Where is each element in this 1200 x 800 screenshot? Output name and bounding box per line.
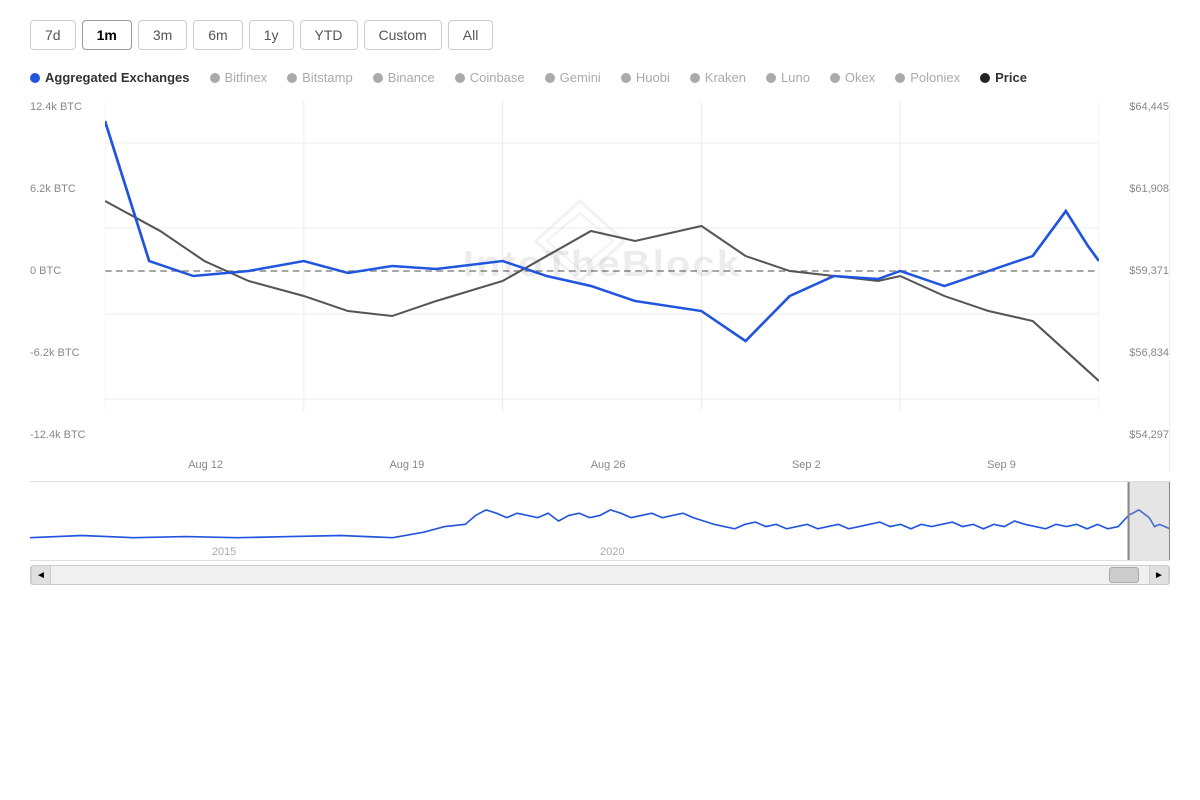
x-axis: Aug 12 Aug 19 Aug 26 Sep 2 Sep 9 [105, 455, 1099, 471]
legend-item-huobi[interactable]: Huobi [621, 70, 670, 85]
x-axis-label: Aug 26 [591, 459, 626, 471]
legend-dot-binance [373, 73, 383, 83]
legend-dot-aggregated [30, 73, 40, 83]
legend-item-luno[interactable]: Luno [766, 70, 810, 85]
y-axis-right: $64,445 $61,908 $59,371 $56,834 $54,297 [1099, 101, 1169, 441]
y-right-label: $59,371 [1129, 265, 1169, 277]
y-left-label: 12.4k BTC [30, 101, 105, 113]
page-container: 7d1m3m6m1yYTDCustomAll Aggregated Exchan… [0, 0, 1200, 800]
x-axis-label: Aug 12 [188, 459, 223, 471]
legend-dot-bitstamp [287, 73, 297, 83]
scroll-right-button[interactable]: ► [1149, 565, 1169, 585]
mini-chart-inner: 2015 2020 [30, 482, 1170, 560]
legend-label-aggregated: Aggregated Exchanges [45, 70, 190, 85]
mini-x-label-2015: 2015 [212, 546, 236, 558]
legend-dot-okex [830, 73, 840, 83]
legend-item-price[interactable]: Price [980, 70, 1027, 85]
legend-item-binance[interactable]: Binance [373, 70, 435, 85]
legend-item-poloniex[interactable]: Poloniex [895, 70, 960, 85]
y-left-label: -6.2k BTC [30, 347, 105, 359]
y-right-label: $54,297 [1129, 429, 1169, 441]
y-right-label: $64,445 [1129, 101, 1169, 113]
chart-svg-container: IntoTheBlock [105, 101, 1099, 441]
main-chart-svg: IntoTheBlock [105, 101, 1099, 441]
x-axis-label: Sep 9 [987, 459, 1016, 471]
legend-item-kraken[interactable]: Kraken [690, 70, 746, 85]
legend-label-huobi: Huobi [636, 70, 670, 85]
legend-label-okex: Okex [845, 70, 875, 85]
time-btn-7d[interactable]: 7d [30, 20, 76, 50]
legend-dot-price [980, 73, 990, 83]
legend-label-binance: Binance [388, 70, 435, 85]
legend-label-gemini: Gemini [560, 70, 601, 85]
legend-dot-bitfinex [210, 73, 220, 83]
chart-legend: Aggregated Exchanges Bitfinex Bitstamp Bina… [30, 70, 1170, 85]
legend-item-bitstamp[interactable]: Bitstamp [287, 70, 353, 85]
legend-label-poloniex: Poloniex [910, 70, 960, 85]
legend-dot-gemini [545, 73, 555, 83]
time-btn-custom[interactable]: Custom [364, 20, 442, 50]
legend-dot-huobi [621, 73, 631, 83]
legend-label-coinbase: Coinbase [470, 70, 525, 85]
scroll-left-button[interactable]: ◄ [31, 565, 51, 585]
x-axis-label: Sep 2 [792, 459, 821, 471]
legend-item-okex[interactable]: Okex [830, 70, 875, 85]
time-btn-1y[interactable]: 1y [249, 20, 294, 50]
mini-chart: 2015 2020 [30, 481, 1170, 561]
y-left-label: 0 BTC [30, 265, 105, 277]
time-range-selector: 7d1m3m6m1yYTDCustomAll [30, 20, 1170, 50]
main-chart: 12.4k BTC 6.2k BTC 0 BTC -6.2k BTC -12.4k BT… [30, 101, 1170, 471]
legend-dot-poloniex [895, 73, 905, 83]
scrollbar[interactable]: ◄ ► [30, 565, 1170, 585]
legend-dot-coinbase [455, 73, 465, 83]
legend-label-kraken: Kraken [705, 70, 746, 85]
y-axis-left: 12.4k BTC 6.2k BTC 0 BTC -6.2k BTC -12.4k BT… [30, 101, 105, 441]
time-btn-3m[interactable]: 3m [138, 20, 187, 50]
legend-dot-kraken [690, 73, 700, 83]
time-btn-ytd[interactable]: YTD [300, 20, 358, 50]
y-right-label: $56,834 [1129, 347, 1169, 359]
time-btn-1m[interactable]: 1m [82, 20, 132, 50]
legend-dot-luno [766, 73, 776, 83]
time-btn-6m[interactable]: 6m [193, 20, 242, 50]
legend-item-coinbase[interactable]: Coinbase [455, 70, 525, 85]
y-left-label: -12.4k BTC [30, 429, 105, 441]
scrollbar-thumb[interactable] [1109, 567, 1139, 583]
legend-label-luno: Luno [781, 70, 810, 85]
y-left-label: 6.2k BTC [30, 183, 105, 195]
mini-x-label-2020: 2020 [600, 546, 624, 558]
legend-item-gemini[interactable]: Gemini [545, 70, 601, 85]
x-axis-label: Aug 19 [389, 459, 424, 471]
time-btn-all[interactable]: All [448, 20, 494, 50]
legend-label-bitstamp: Bitstamp [302, 70, 353, 85]
legend-label-price: Price [995, 70, 1027, 85]
legend-item-aggregated[interactable]: Aggregated Exchanges [30, 70, 190, 85]
legend-item-bitfinex[interactable]: Bitfinex [210, 70, 268, 85]
legend-label-bitfinex: Bitfinex [225, 70, 268, 85]
y-right-label: $61,908 [1129, 183, 1169, 195]
